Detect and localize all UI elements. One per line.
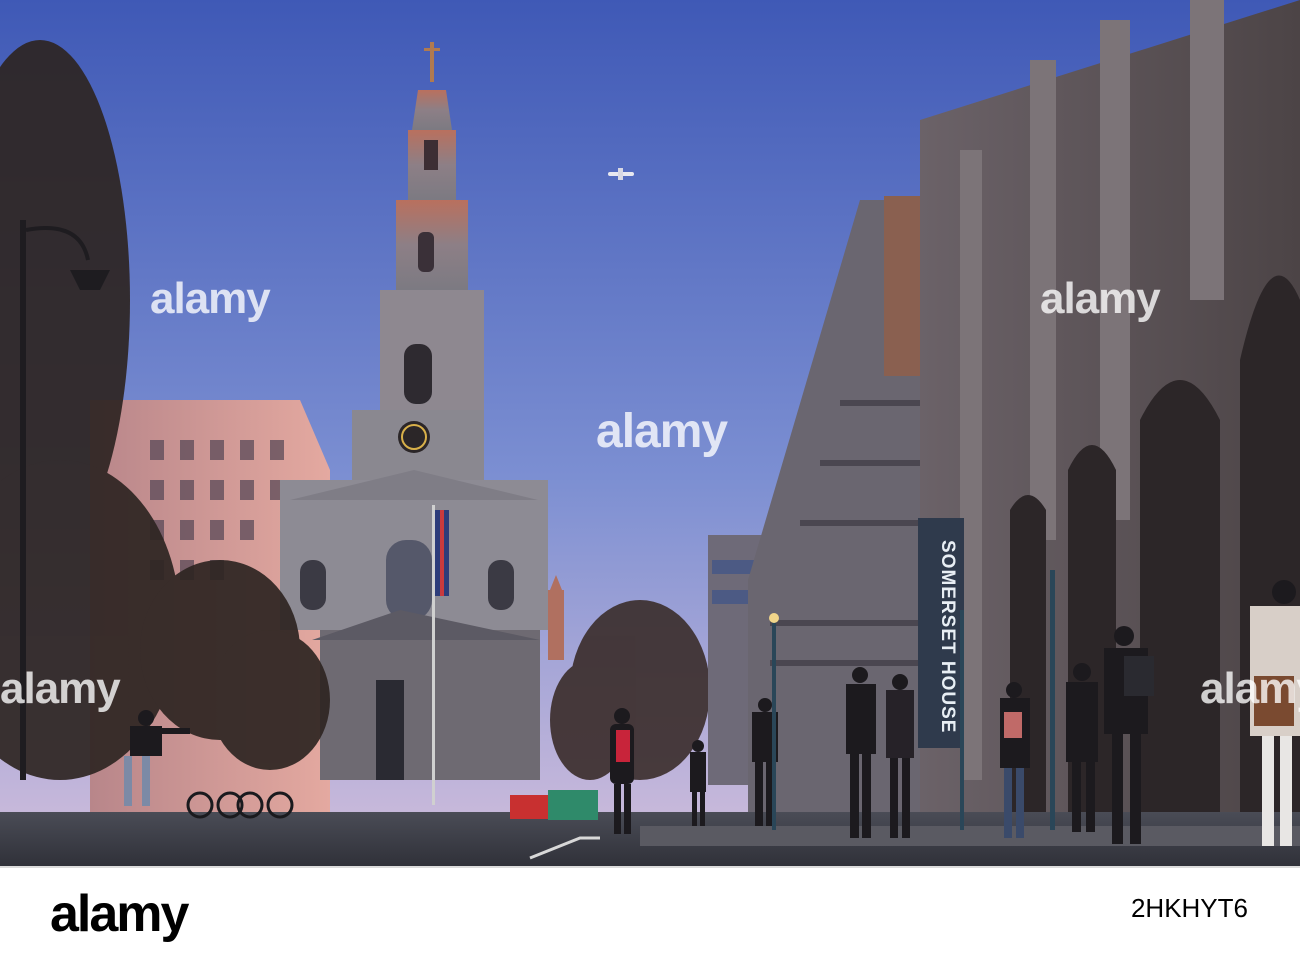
footer-bar [0,868,1300,956]
street-photo: alamy alamy alamy alamy alamy SOMERSET H… [0,0,1300,868]
street-scene-drawing [0,0,1300,868]
banner-text: SOMERSET HOUSE [937,540,958,734]
alamy-logo[interactable]: alamy [50,884,189,944]
image-id: 2HKHYT6 [1130,893,1248,923]
pavement [640,826,1300,846]
